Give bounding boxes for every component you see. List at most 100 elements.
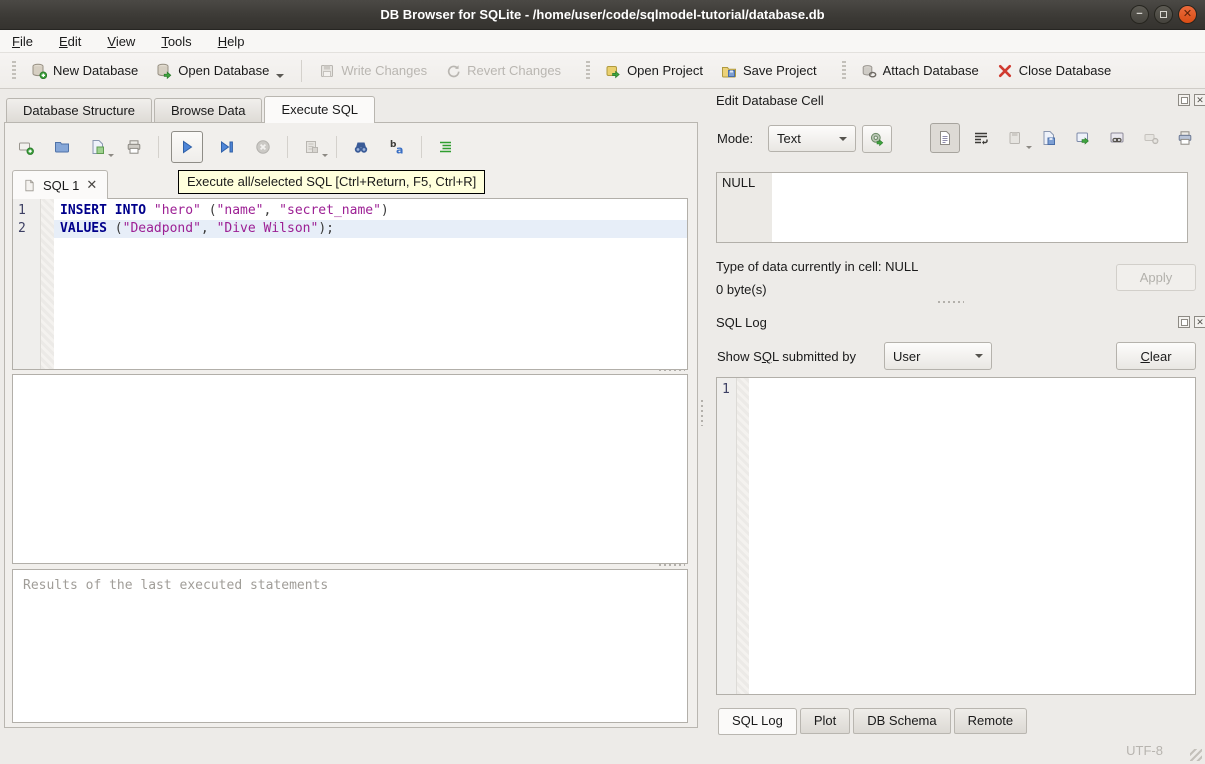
cell-value-editor[interactable]: NULL [716, 172, 1188, 243]
dock-tab-plot[interactable]: Plot [800, 708, 850, 734]
mode-combobox[interactable]: Text [768, 125, 856, 152]
import-cell-icon [1007, 130, 1023, 146]
write-changes-label: Write Changes [341, 63, 427, 78]
close-dock-icon[interactable]: ✕ [1194, 316, 1205, 328]
attach-database-label: Attach Database [883, 63, 979, 78]
execute-line-button[interactable] [215, 135, 239, 159]
menu-tools[interactable]: Tools [161, 34, 191, 49]
float-dock-icon[interactable] [1178, 316, 1190, 328]
encoding-indicator: UTF-8 [1126, 743, 1163, 758]
dock-splitter[interactable] [938, 301, 964, 303]
execute-all-button[interactable] [171, 131, 203, 163]
cell-size-info: 0 byte(s) [716, 282, 767, 297]
tab-execute-sql[interactable]: Execute SQL [264, 96, 375, 123]
open-database-button[interactable]: Open Database [147, 58, 293, 84]
close-database-button[interactable]: Close Database [988, 58, 1121, 84]
toolbar-drag-handle[interactable] [12, 61, 16, 81]
line-number: 1 [18, 202, 40, 220]
cell-type-info: Type of data currently in cell: NULL [716, 259, 918, 274]
menu-view[interactable]: View [107, 34, 135, 49]
left-right-splitter[interactable] [701, 400, 703, 426]
menu-file[interactable]: File [12, 34, 33, 49]
dock-tab-remote[interactable]: Remote [954, 708, 1028, 734]
main-tab-bar: Database Structure Browse Data Execute S… [6, 96, 377, 123]
cell-null-label: NULL [717, 173, 772, 242]
save-project-button[interactable]: Save Project [712, 58, 826, 84]
edit-cell-dock-title: Edit Database Cell [716, 93, 824, 108]
replace-button[interactable]: b a [385, 135, 409, 159]
text-mode-button[interactable] [930, 123, 960, 153]
clear-log-button[interactable]: Clear [1116, 342, 1196, 370]
menu-edit[interactable]: Edit [59, 34, 81, 49]
code-area[interactable]: INSERT INTO "hero" ("name", "secret_name… [54, 199, 687, 369]
close-icon: ✕ [1183, 9, 1192, 20]
save-sql-file-button[interactable] [86, 135, 110, 159]
open-project-button[interactable]: Open Project [596, 58, 712, 84]
cell-text-area[interactable] [772, 173, 1187, 242]
word-wrap-button[interactable] [968, 125, 994, 151]
sql-log-filter-combobox[interactable]: User [884, 342, 992, 370]
new-sql-tab-icon [18, 139, 34, 155]
resize-grip[interactable] [1190, 749, 1202, 761]
revert-changes-label: Revert Changes [467, 63, 561, 78]
execute-all-icon [179, 139, 195, 155]
find-button[interactable] [349, 135, 373, 159]
export-cell-data-button[interactable] [1036, 125, 1062, 151]
copy-link-button[interactable] [1104, 125, 1130, 151]
close-button[interactable]: ✕ [1178, 5, 1197, 24]
close-database-icon [997, 63, 1013, 79]
sql-toolbar-separator [336, 136, 337, 158]
open-project-icon [605, 63, 621, 79]
titlebar: DB Browser for SQLite - /home/user/code/… [0, 0, 1205, 30]
set-null-button [1138, 125, 1164, 151]
sql-log-view[interactable]: 1 [716, 377, 1196, 695]
set-null-icon [1143, 130, 1159, 146]
word-wrap-icon [973, 130, 989, 146]
open-sql-file-icon [54, 139, 70, 155]
export-cell-icon [1041, 130, 1057, 146]
open-sql-file-button[interactable] [50, 135, 74, 159]
float-dock-icon[interactable] [1178, 94, 1190, 106]
window-title: DB Browser for SQLite - /home/user/code/… [380, 7, 824, 22]
new-database-button[interactable]: New Database [22, 58, 147, 84]
find-icon [353, 139, 369, 155]
save-sql-dropdown-caret[interactable] [108, 154, 114, 157]
log-text-area [749, 378, 1195, 694]
print-cell-button[interactable] [1172, 125, 1198, 151]
close-sql-tab-button[interactable]: ✕ [86, 177, 97, 193]
toolbar-drag-handle[interactable] [842, 61, 846, 81]
close-dock-icon[interactable]: ✕ [1194, 94, 1205, 106]
sql-toolbar-separator [421, 136, 422, 158]
new-sql-tab-button[interactable] [14, 135, 38, 159]
dock-tab-db-schema[interactable]: DB Schema [853, 708, 950, 734]
format-sql-button[interactable] [434, 135, 458, 159]
tab-database-structure[interactable]: Database Structure [6, 98, 152, 123]
log-line-number: 1 [722, 381, 736, 399]
tab-browse-data[interactable]: Browse Data [154, 98, 262, 123]
sql-file-tab[interactable]: SQL 1 ✕ [12, 170, 108, 199]
text-document-icon [937, 130, 953, 146]
print-sql-button[interactable] [122, 135, 146, 159]
dock-tab-sql-log[interactable]: SQL Log [718, 708, 797, 735]
auto-switch-mode-button[interactable] [862, 125, 892, 153]
maximize-button[interactable] [1154, 5, 1173, 24]
results-message-pane[interactable]: Results of the last executed statements [12, 569, 688, 723]
minimize-icon: − [1136, 9, 1142, 20]
bottom-dock-tab-bar: SQL Log Plot DB Schema Remote [718, 708, 1027, 735]
sql-file-icon [23, 179, 36, 192]
window-controls: − ✕ [1130, 5, 1197, 24]
open-database-dropdown-caret[interactable] [276, 74, 284, 78]
attach-database-button[interactable]: Attach Database [852, 58, 988, 84]
revert-changes-button: Revert Changes [436, 58, 570, 84]
menu-help[interactable]: Help [218, 34, 245, 49]
sql-code-editor[interactable]: 1 2 INSERT INTO "hero" ("name", "secret_… [12, 198, 688, 370]
save-sql-file-icon [90, 139, 106, 155]
results-placeholder: Results of the last executed statements [13, 570, 687, 593]
minimize-button[interactable]: − [1130, 5, 1149, 24]
open-database-icon [156, 63, 172, 79]
results-grid-pane[interactable] [12, 374, 688, 564]
menubar: File Edit View Tools Help [0, 30, 1205, 53]
toolbar-drag-handle[interactable] [586, 61, 590, 81]
open-in-external-button[interactable] [1070, 125, 1096, 151]
sql-toolbar-separator [158, 136, 159, 158]
